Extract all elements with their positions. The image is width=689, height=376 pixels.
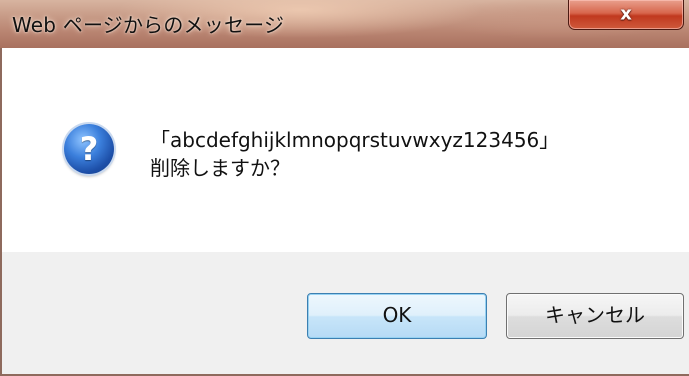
window-title: Web ページからのメッセージ — [12, 13, 285, 37]
question-icon: ? — [64, 124, 114, 174]
message-text-line-1: 「abcdefghijklmnopqrstuvwxyz123456」 — [150, 128, 560, 152]
title-bar[interactable]: Web ページからのメッセージ x — [0, 0, 689, 49]
dialog-window: Web ページからのメッセージ x ? 「abcdefghijklmnopqrs… — [0, 0, 689, 376]
message-text-line-2: 削除しますか？ — [150, 156, 290, 180]
message-area: ? 「abcdefghijklmnopqrstuvwxyz123456」 削除し… — [2, 48, 689, 252]
close-icon: x — [620, 3, 632, 25]
cancel-button[interactable]: キャンセル — [506, 293, 684, 339]
close-button[interactable]: x — [568, 0, 684, 30]
dialog-body: ? 「abcdefghijklmnopqrstuvwxyz123456」 削除し… — [0, 48, 689, 376]
button-bar: OK キャンセル — [2, 252, 689, 376]
question-mark-glyph: ? — [79, 130, 99, 168]
ok-button[interactable]: OK — [307, 293, 487, 339]
